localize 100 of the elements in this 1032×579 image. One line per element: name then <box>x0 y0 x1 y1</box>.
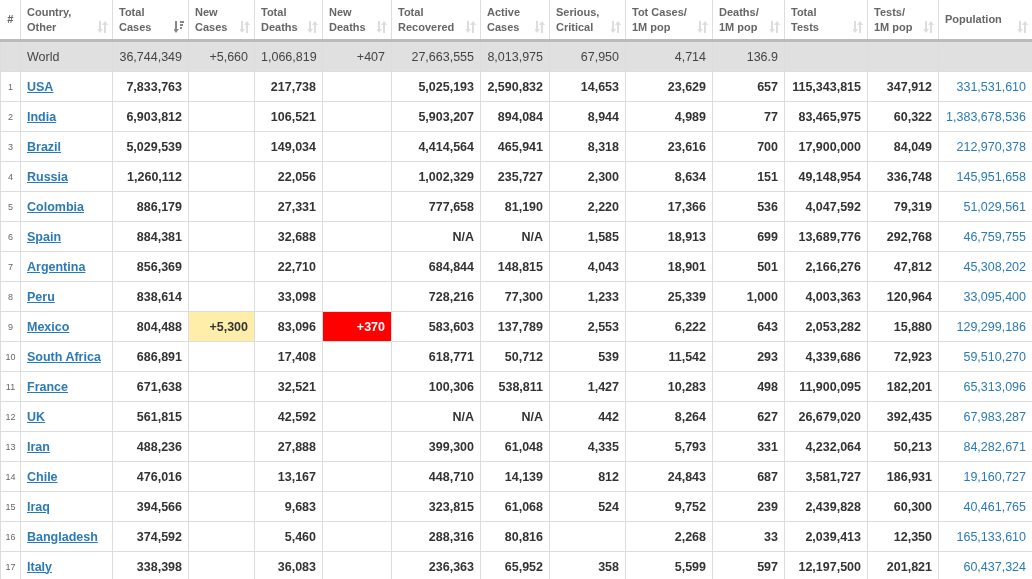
table-cell: 2,300 <box>587 169 619 184</box>
sort-icon[interactable] <box>308 20 318 33</box>
table-cell: 12,197,500 <box>798 559 861 574</box>
table-cell: 1,066,819 <box>261 49 317 64</box>
column-header[interactable]: Active Cases <box>487 4 521 35</box>
rank-number: 1 <box>8 81 13 92</box>
table-cell: 488,236 <box>136 439 182 454</box>
table-cell: 25,339 <box>667 289 706 304</box>
table-cell: 5,903,207 <box>418 109 474 124</box>
table-cell: 4,232,064 <box>805 439 861 454</box>
table-cell: 33,098 <box>277 289 316 304</box>
column-header[interactable]: Tot Cases/ 1M pop <box>632 4 687 35</box>
table-cell: 561,815 <box>136 409 182 424</box>
table-cell: 201,821 <box>886 559 932 574</box>
sort-icon[interactable] <box>377 20 387 33</box>
column-header[interactable]: Deaths/ 1M pop <box>719 4 759 35</box>
sort-icon[interactable] <box>98 20 108 33</box>
table-cell: 583,603 <box>428 319 474 334</box>
table-cell: 288,316 <box>428 529 474 544</box>
country-link[interactable]: Brazil <box>27 139 62 154</box>
rank-number: 8 <box>8 291 13 302</box>
table-cell: 4,043 <box>587 259 619 274</box>
table-cell: N/A <box>521 409 543 424</box>
country-link[interactable]: Chile <box>27 469 58 484</box>
table-cell: 347,912 <box>886 79 932 94</box>
table-cell: +5,660 <box>209 49 248 64</box>
country-link[interactable]: USA <box>27 79 54 94</box>
table-cell: 331 <box>757 439 778 454</box>
population-value: 19,160,727 <box>963 469 1026 484</box>
table-cell: 77,300 <box>504 289 543 304</box>
table-cell: 2,053,282 <box>805 319 861 334</box>
population-value: 40,461,765 <box>963 499 1026 514</box>
sort-icon[interactable] <box>853 20 863 33</box>
table-cell: 336,748 <box>886 169 932 184</box>
table-cell: 23,616 <box>667 139 706 154</box>
table-cell: 50,712 <box>504 349 543 364</box>
country-link[interactable]: UK <box>27 409 46 424</box>
table-cell: 17,408 <box>277 349 316 364</box>
table-cell: 9,683 <box>284 499 316 514</box>
table-cell: 8,264 <box>674 409 706 424</box>
sort-icon[interactable] <box>611 20 621 33</box>
table-cell: 23,629 <box>667 79 706 94</box>
rank-number: 2 <box>8 111 13 122</box>
column-header[interactable]: Country, Other <box>27 4 72 35</box>
table-cell: 61,048 <box>504 439 543 454</box>
column-header[interactable]: Total Tests <box>791 4 819 35</box>
column-header[interactable]: Total Cases <box>119 4 152 35</box>
table-cell: 8,013,975 <box>487 49 543 64</box>
population-value: 331,531,610 <box>956 79 1026 94</box>
sort-icon[interactable] <box>770 20 780 33</box>
rank-number: 14 <box>5 471 16 482</box>
column-header[interactable]: New Deaths <box>329 4 366 35</box>
rank-number: 11 <box>5 381 16 392</box>
table-cell: 536 <box>757 199 778 214</box>
table-cell: 217,738 <box>270 79 316 94</box>
table-cell: 60,300 <box>893 499 932 514</box>
table-cell: 671,638 <box>136 379 182 394</box>
table-cell: 465,941 <box>497 139 543 154</box>
country-link[interactable]: Iraq <box>27 499 50 514</box>
sort-icon[interactable] <box>924 20 934 33</box>
table-cell: 374,592 <box>136 529 182 544</box>
table-cell: 4,335 <box>587 439 619 454</box>
column-header[interactable]: Population <box>945 12 1002 27</box>
sort-icon[interactable] <box>240 20 250 33</box>
table-cell: 13,167 <box>277 469 316 484</box>
rank-number: 10 <box>5 351 16 362</box>
country-link[interactable]: Spain <box>27 229 62 244</box>
country-link[interactable]: Italy <box>27 559 52 574</box>
column-header[interactable]: Serious, Critical <box>556 4 600 35</box>
table-cell: 5,025,193 <box>418 79 474 94</box>
table-cell: 17,900,000 <box>798 139 861 154</box>
sort-icon[interactable] <box>535 20 545 33</box>
column-header[interactable]: Total Recovered <box>398 4 455 35</box>
table-cell: 442 <box>598 409 619 424</box>
table-cell: 2,220 <box>587 199 619 214</box>
table-cell: 4,714 <box>674 49 706 64</box>
table-cell: 83,465,975 <box>798 109 861 124</box>
table-cell: 1,002,329 <box>418 169 474 184</box>
table-cell: 618,771 <box>428 349 474 364</box>
rank-number: 17 <box>5 561 16 572</box>
column-header[interactable]: Tests/ 1M pop <box>874 4 913 35</box>
table-cell: 148,815 <box>497 259 543 274</box>
country-link[interactable]: Peru <box>27 289 55 304</box>
sort-icon[interactable] <box>1018 20 1028 33</box>
table-cell: 2,553 <box>587 319 619 334</box>
sort-icon[interactable] <box>698 20 708 33</box>
country-link[interactable]: India <box>27 109 57 124</box>
rank-number: 6 <box>8 231 13 242</box>
table-cell: 399,300 <box>428 439 474 454</box>
table-cell: 36,744,349 <box>119 49 182 64</box>
sort-icon[interactable] <box>466 20 476 33</box>
table-cell: 182,201 <box>886 379 932 394</box>
column-header[interactable]: Total Deaths <box>261 4 298 35</box>
table-cell: 292,768 <box>886 229 932 244</box>
column-header[interactable]: New Cases <box>195 4 228 35</box>
table-cell: 538,811 <box>498 379 543 394</box>
table-cell: 392,435 <box>886 409 932 424</box>
sort-descending-icon[interactable] <box>174 20 184 33</box>
population-value: 65,313,096 <box>963 379 1026 394</box>
country-link[interactable]: Iran <box>27 439 50 454</box>
